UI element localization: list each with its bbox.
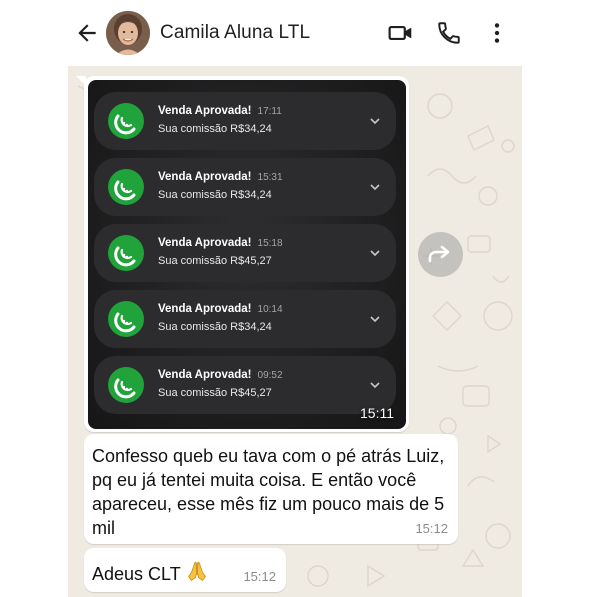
notification-body: Sua comissão R$34,24	[158, 189, 272, 201]
notification-app-icon	[108, 103, 144, 139]
notification-app-icon	[108, 367, 144, 403]
chevron-down-icon	[370, 184, 380, 191]
notification-app-icon	[108, 301, 144, 337]
folded-hands-icon	[185, 559, 209, 588]
notification-card: Venda Aprovada! 15:18 Sua comissão R$45,2…	[94, 224, 396, 282]
chat-header: Camila Aluna LTL	[0, 0, 590, 66]
image-message-bubble[interactable]: Venda Aprovada! 17:11 Sua comissão R$34,2…	[76, 76, 409, 432]
voice-call-icon[interactable]	[436, 20, 462, 46]
forward-button[interactable]	[418, 232, 463, 277]
notification-time: 15:18	[257, 238, 283, 249]
notification-title: Venda Aprovada! 15:18	[158, 237, 283, 249]
message-text: Confesso queb eu tava com o pé atrás Lui…	[92, 446, 445, 538]
watermelon-icon	[114, 114, 136, 135]
chevron-down-icon	[370, 118, 380, 125]
notification-body: Sua comissão R$34,24	[158, 123, 272, 135]
message-time: 15:12	[415, 521, 448, 536]
contact-name[interactable]: Camila Aluna LTL	[160, 22, 310, 44]
text-message-bubble[interactable]: Confesso queb eu tava com o pé atrás Lui…	[84, 434, 458, 544]
chat-area[interactable]: Venda Aprovada! 17:11 Sua comissão R$34,2…	[68, 66, 522, 597]
chevron-down-icon	[370, 382, 380, 389]
forward-arrow-icon	[428, 245, 450, 263]
watermelon-icon	[114, 378, 136, 399]
video-call-icon[interactable]	[388, 20, 414, 46]
more-options-icon[interactable]	[484, 20, 510, 46]
notification-card: Venda Aprovada! 09:52 Sua comissão R$45,2…	[94, 356, 396, 414]
notification-title: Venda Aprovada! 15:31	[158, 171, 283, 183]
text-message-bubble[interactable]: Adeus CLT 15:12	[84, 548, 286, 592]
message-text: Adeus CLT	[92, 559, 209, 588]
notification-time: 15:31	[257, 172, 283, 183]
notifications-screenshot[interactable]: Venda Aprovada! 17:11 Sua comissão R$34,2…	[88, 80, 406, 429]
notification-time: 09:52	[257, 370, 283, 381]
notification-title: Venda Aprovada! 17:11	[158, 105, 282, 117]
contact-avatar[interactable]	[106, 11, 150, 55]
notification-time: 17:11	[257, 106, 282, 117]
avatar-photo	[106, 11, 150, 55]
notification-title: Venda Aprovada! 09:52	[158, 369, 283, 381]
notification-body: Sua comissão R$45,27	[158, 255, 272, 267]
image-message-time: 15:11	[360, 405, 394, 421]
notification-card: Venda Aprovada! 15:31 Sua comissão R$34,2…	[94, 158, 396, 216]
notification-card: Venda Aprovada! 10:14 Sua comissão R$34,2…	[94, 290, 396, 348]
watermelon-icon	[114, 180, 136, 201]
back-arrow-icon[interactable]	[74, 20, 100, 46]
notification-body: Sua comissão R$45,27	[158, 387, 272, 399]
message-time: 15:12	[243, 569, 276, 584]
watermelon-icon	[114, 246, 136, 267]
chevron-down-icon	[370, 316, 380, 323]
notification-app-icon	[108, 169, 144, 205]
notification-card: Venda Aprovada! 17:11 Sua comissão R$34,2…	[94, 92, 396, 150]
notification-app-icon	[108, 235, 144, 271]
notification-title: Venda Aprovada! 10:14	[158, 303, 283, 315]
watermelon-icon	[114, 312, 136, 333]
message-text-content: Adeus CLT	[92, 564, 181, 584]
chevron-down-icon	[370, 250, 380, 257]
notification-body: Sua comissão R$34,24	[158, 321, 272, 333]
notification-time: 10:14	[257, 304, 283, 315]
